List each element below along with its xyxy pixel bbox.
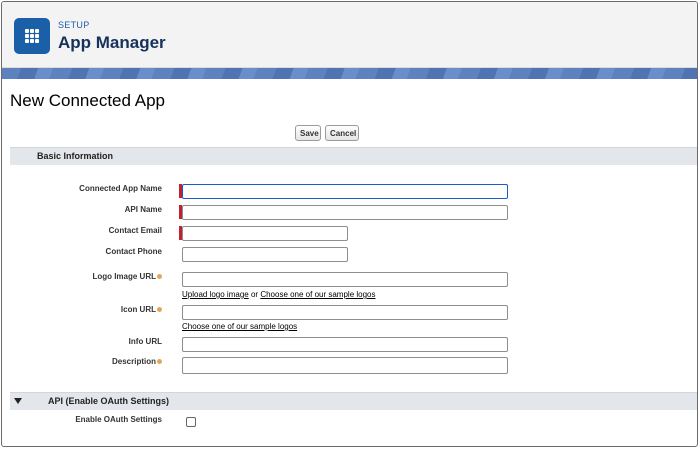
app-name-input[interactable] (182, 184, 508, 199)
section-basic-information: Basic Information (10, 147, 697, 165)
app-title: App Manager (58, 33, 166, 52)
contact-email-label: Contact Email (108, 226, 162, 235)
page-title: New Connected App (10, 91, 165, 110)
api-name-label: API Name (124, 205, 162, 214)
upload-logo-link[interactable]: Upload logo image (182, 290, 249, 299)
icon-links: Choose one of our sample logos (182, 322, 297, 331)
description-label-text: Description (111, 357, 156, 366)
setup-label: SETUP (58, 20, 90, 30)
contact-phone-label: Contact Phone (105, 247, 162, 256)
help-icon[interactable] (157, 307, 162, 313)
app-launcher-grid-icon[interactable] (14, 18, 50, 54)
help-icon[interactable] (157, 274, 162, 280)
section-api-oauth[interactable]: API (Enable OAuth Settings) (10, 392, 697, 410)
api-name-input[interactable] (182, 205, 508, 220)
icon-url-input[interactable] (182, 305, 508, 320)
description-input[interactable] (182, 357, 508, 374)
section-title: Basic Information (37, 151, 114, 161)
description-label: Description (112, 357, 162, 366)
help-icon[interactable] (157, 359, 162, 365)
connected-app-window: SETUP App Manager New Connected App Save… (1, 1, 698, 447)
app-name-label: Connected App Name (79, 184, 162, 193)
cancel-button[interactable]: Cancel (325, 125, 359, 141)
section-title: API (Enable OAuth Settings) (48, 396, 170, 406)
contact-phone-input[interactable] (182, 247, 348, 262)
info-url-label: Info URL (128, 337, 162, 346)
sample-logos-link[interactable]: Choose one of our sample logos (260, 290, 375, 299)
setup-header: SETUP App Manager (2, 2, 697, 68)
sample-icons-link[interactable]: Choose one of our sample logos (182, 322, 297, 331)
collapse-caret-icon[interactable] (14, 398, 22, 404)
logo-url-label-text: Logo Image URL (92, 272, 156, 281)
logo-url-label: Logo Image URL (92, 272, 162, 281)
icon-url-label-text: Icon URL (120, 305, 156, 314)
contact-email-input[interactable] (182, 226, 348, 241)
enable-oauth-checkbox[interactable] (186, 417, 196, 427)
enable-oauth-label: Enable OAuth Settings (75, 415, 162, 424)
logo-url-input[interactable] (182, 272, 508, 287)
save-button[interactable]: Save (295, 125, 321, 141)
info-url-input[interactable] (182, 337, 508, 352)
logo-links: Upload logo image or Choose one of our s… (182, 290, 376, 299)
or-text: or (250, 290, 259, 299)
icon-url-label: Icon URL (121, 305, 162, 314)
header-banner (2, 68, 697, 79)
